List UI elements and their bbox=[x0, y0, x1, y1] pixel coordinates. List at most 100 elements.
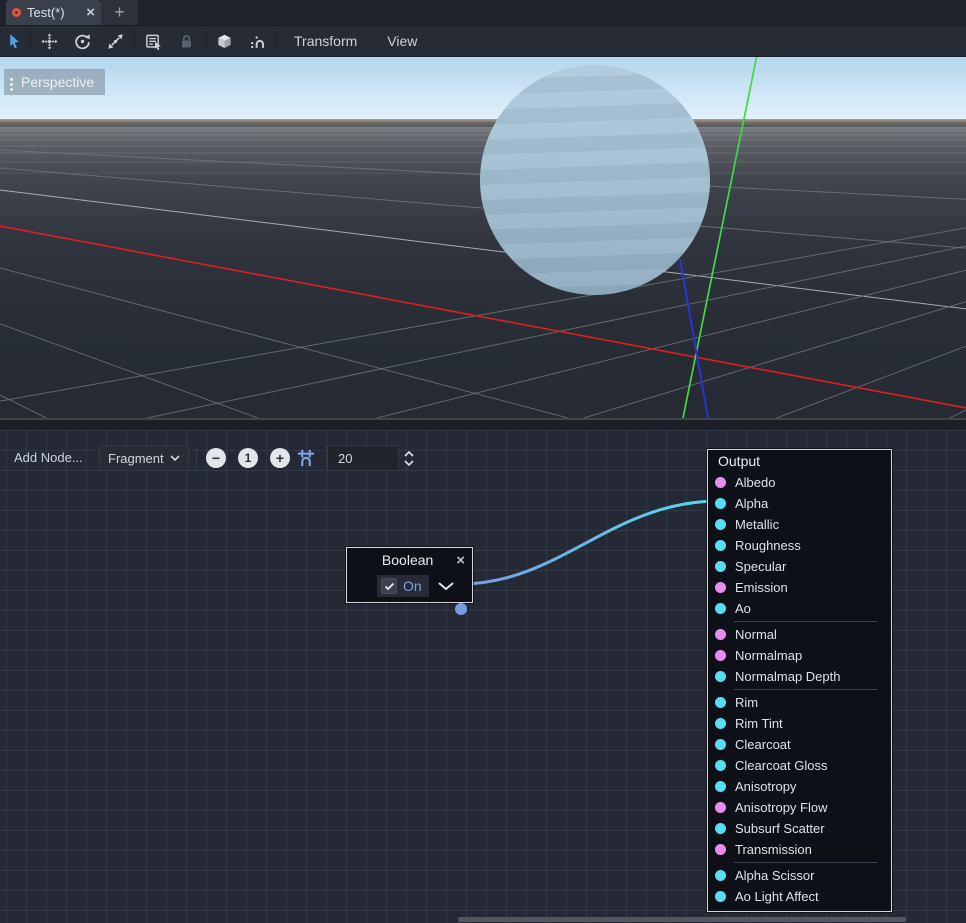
horizontal-scrollbar[interactable] bbox=[458, 917, 906, 922]
preview-chevron-icon[interactable] bbox=[438, 582, 454, 591]
port-dot[interactable] bbox=[715, 650, 726, 661]
mesh-button[interactable] bbox=[208, 26, 241, 56]
shader-mode-dropdown[interactable]: Fragment bbox=[99, 445, 189, 471]
zoom-reset-button[interactable]: 1 bbox=[238, 448, 258, 468]
port-label: Normal bbox=[735, 627, 777, 642]
port-dot[interactable] bbox=[715, 540, 726, 551]
rotate-icon bbox=[74, 33, 91, 50]
scale-tool-button[interactable] bbox=[99, 26, 132, 56]
output-port-row: Rim Tint bbox=[708, 713, 891, 734]
port-label: Anisotropy Flow bbox=[735, 800, 827, 815]
snap-toggle-button[interactable] bbox=[241, 26, 274, 56]
output-node[interactable]: Output AlbedoAlphaMetallicRoughnessSpecu… bbox=[707, 449, 892, 912]
port-dot[interactable] bbox=[715, 823, 726, 834]
y-axis-line bbox=[683, 57, 757, 418]
port-dot[interactable] bbox=[715, 697, 726, 708]
select-tool-button[interactable] bbox=[0, 26, 28, 56]
port-dot[interactable] bbox=[715, 561, 726, 572]
port-dot[interactable] bbox=[715, 739, 726, 750]
output-port-row: Rim bbox=[708, 692, 891, 713]
port-dot[interactable] bbox=[715, 844, 726, 855]
boolean-node-titlebar[interactable]: Boolean × bbox=[347, 548, 472, 572]
tab-close-icon[interactable]: × bbox=[86, 5, 95, 20]
rotate-tool-button[interactable] bbox=[66, 26, 99, 56]
output-port-row: Ao bbox=[708, 598, 891, 619]
output-port-row: Transmission bbox=[708, 839, 891, 860]
zoom-out-button[interactable]: − bbox=[206, 448, 226, 468]
port-label: Clearcoat Gloss bbox=[735, 758, 827, 773]
snap-grid-button[interactable] bbox=[296, 448, 316, 468]
port-label: Ao bbox=[735, 601, 751, 616]
port-label: Roughness bbox=[735, 538, 801, 553]
port-label: Alpha Scissor bbox=[735, 868, 814, 883]
port-dot[interactable] bbox=[715, 891, 726, 902]
select-list-icon bbox=[145, 33, 162, 50]
port-label: Emission bbox=[735, 580, 788, 595]
port-dot[interactable] bbox=[715, 802, 726, 813]
chevron-up-icon bbox=[404, 451, 414, 457]
view-menu[interactable]: View bbox=[372, 33, 432, 49]
add-node-button[interactable]: Add Node... bbox=[14, 448, 83, 468]
port-label: Normalmap bbox=[735, 648, 802, 663]
port-label: Transmission bbox=[735, 842, 812, 857]
port-label: Specular bbox=[735, 559, 786, 574]
graph-toolbar-separator bbox=[196, 446, 197, 470]
port-dot[interactable] bbox=[715, 519, 726, 530]
output-port-row: Alpha bbox=[708, 493, 891, 514]
output-port-row: Normalmap Depth bbox=[708, 666, 891, 687]
port-dot[interactable] bbox=[715, 760, 726, 771]
port-dot[interactable] bbox=[715, 781, 726, 792]
snap-grid-icon bbox=[296, 448, 316, 468]
output-port-row: Normal bbox=[708, 624, 891, 645]
tab-title: Test(*) bbox=[27, 5, 80, 20]
port-dot[interactable] bbox=[715, 498, 726, 509]
port-dot[interactable] bbox=[715, 671, 726, 682]
godot-editor-window: Test(*) × + bbox=[0, 0, 966, 923]
select-list-button[interactable] bbox=[137, 26, 170, 56]
scale-icon bbox=[107, 33, 124, 50]
panel-splitter[interactable] bbox=[0, 418, 966, 430]
boolean-value-panel: On bbox=[377, 575, 429, 597]
toolbar-separator bbox=[276, 31, 277, 51]
output-node-title: Output bbox=[708, 450, 891, 472]
boolean-checkbox[interactable] bbox=[381, 578, 397, 594]
port-label: Rim Tint bbox=[735, 716, 783, 731]
spinbox-stepper[interactable] bbox=[403, 447, 415, 469]
tab-test[interactable]: Test(*) × bbox=[6, 0, 101, 25]
lock-button[interactable] bbox=[170, 26, 203, 56]
port-dot[interactable] bbox=[715, 718, 726, 729]
port-dot[interactable] bbox=[715, 870, 726, 881]
output-port-row: Emission bbox=[708, 577, 891, 598]
new-tab-button[interactable]: + bbox=[101, 0, 138, 25]
boolean-output-port[interactable] bbox=[455, 603, 467, 615]
zoom-in-button[interactable]: + bbox=[270, 448, 290, 468]
port-dot[interactable] bbox=[715, 582, 726, 593]
snap-distance-spinbox[interactable]: 20 bbox=[327, 445, 399, 471]
port-dot[interactable] bbox=[715, 477, 726, 488]
port-dot[interactable] bbox=[715, 603, 726, 614]
boolean-value-label: On bbox=[403, 578, 422, 594]
z-axis-line bbox=[680, 259, 708, 418]
boolean-node[interactable]: Boolean × On bbox=[346, 547, 473, 603]
move-tool-button[interactable] bbox=[33, 26, 66, 56]
close-icon[interactable]: × bbox=[456, 553, 465, 568]
port-label: Clearcoat bbox=[735, 737, 791, 752]
select-icon bbox=[6, 33, 23, 50]
shader-graph-canvas[interactable]: Add Node... Fragment − 1 + 20 bbox=[0, 430, 966, 923]
scene-tab-bar: Test(*) × + bbox=[0, 0, 966, 25]
output-port-row: Clearcoat bbox=[708, 734, 891, 755]
output-port-row: Roughness bbox=[708, 535, 891, 556]
perspective-menu[interactable]: Perspective bbox=[4, 69, 105, 95]
output-port-row: Ao Light Affect bbox=[708, 886, 891, 907]
transform-menu[interactable]: Transform bbox=[279, 33, 372, 49]
port-label: Normalmap Depth bbox=[735, 669, 841, 684]
output-node-ports: AlbedoAlphaMetallicRoughnessSpecularEmis… bbox=[708, 472, 891, 907]
port-label: Rim bbox=[735, 695, 758, 710]
port-label: Anisotropy bbox=[735, 779, 796, 794]
port-dot[interactable] bbox=[715, 629, 726, 640]
output-port-row: Specular bbox=[708, 556, 891, 577]
viewport-toolbar: Transform View bbox=[0, 25, 966, 57]
port-group-separator bbox=[734, 689, 877, 690]
toolbar-separator bbox=[30, 31, 31, 51]
3d-viewport[interactable]: Perspective bbox=[0, 57, 966, 418]
